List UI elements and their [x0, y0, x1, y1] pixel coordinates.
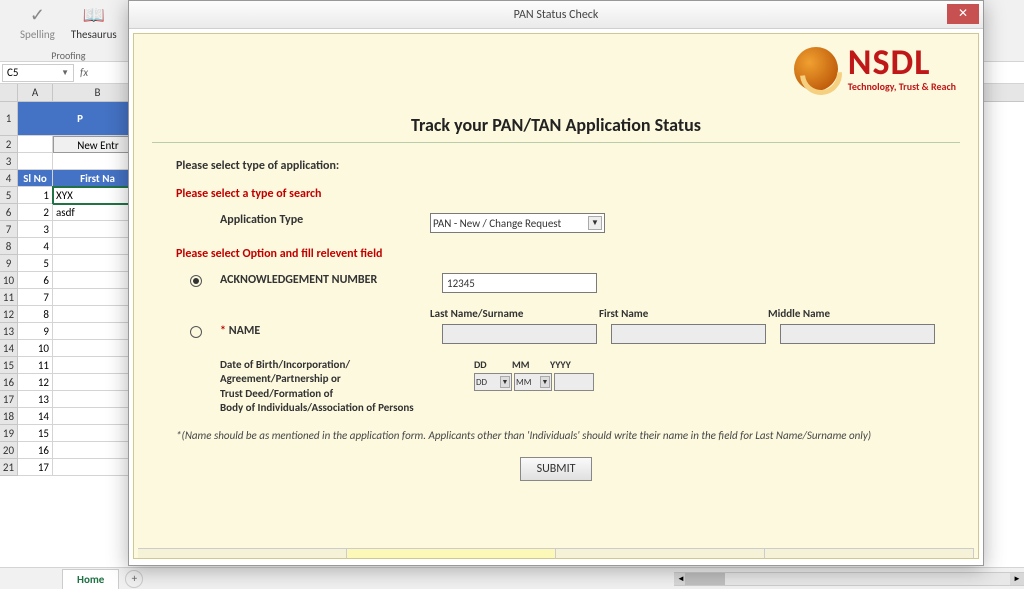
page-title: Track your PAN/TAN Application Status: [152, 114, 960, 136]
logo-text: NSDL: [848, 44, 956, 80]
pan-status-dialog: PAN Status Check ✕ NSDL Technology, Trus…: [128, 0, 984, 566]
browser-tabs: [138, 548, 974, 558]
first-name-input[interactable]: [611, 324, 766, 344]
label-last-name: Last Name/Surname: [430, 307, 585, 320]
dialog-title: PAN Status Check: [514, 8, 599, 22]
label-name: * NAME: [220, 324, 442, 338]
chevron-down-icon: ▼: [500, 376, 510, 388]
label-dob: Date of Birth/Incorporation/ Agreement/P…: [220, 358, 460, 415]
scroll-right-icon[interactable]: ►: [1010, 573, 1024, 585]
nsdl-logo: NSDL Technology, Trust & Reach: [794, 44, 956, 93]
spelling-label: Spelling: [20, 28, 55, 41]
spelling-button[interactable]: ✓ Spelling: [14, 2, 61, 43]
logo-tagline: Technology, Trust & Reach: [848, 80, 956, 93]
chevron-down-icon: ▼: [540, 376, 550, 388]
logo-swirl-icon: [794, 47, 838, 91]
chevron-down-icon: ▼: [61, 68, 69, 78]
dob-dd-value: DD: [476, 377, 487, 388]
horizontal-scrollbar[interactable]: ◄ ►: [674, 572, 1024, 586]
tab-3[interactable]: [556, 549, 765, 558]
dob-mm-value: MM: [516, 377, 531, 388]
sheet-tabs: Home + ◄ ►: [0, 567, 1024, 589]
radio-name[interactable]: [190, 326, 202, 338]
label-dd: DD: [474, 358, 506, 371]
name-box[interactable]: C5 ▼: [2, 64, 74, 82]
submit-button[interactable]: SUBMIT: [520, 457, 593, 481]
label-select-option: Please select Option and fill relevent f…: [176, 247, 936, 261]
thesaurus-icon: 📖: [83, 4, 105, 26]
label-acknowledgement: ACKNOWLEDGEMENT NUMBER: [220, 273, 442, 287]
spelling-icon: ✓: [26, 4, 48, 26]
thesaurus-label: Thesaurus: [71, 28, 117, 41]
middle-name-input[interactable]: [780, 324, 935, 344]
radio-acknowledgement[interactable]: [190, 275, 202, 287]
sheet-tab-home[interactable]: Home: [62, 569, 119, 589]
acknowledgement-input[interactable]: 12345: [442, 273, 597, 293]
last-name-input[interactable]: [442, 324, 597, 344]
tab-4[interactable]: [765, 549, 974, 558]
new-sheet-button[interactable]: +: [125, 570, 143, 588]
note-text: *(Name should be as mentioned in the app…: [176, 429, 936, 443]
label-application-type: Application Type: [220, 213, 430, 227]
label-yyyy: YYYY: [550, 358, 594, 371]
dob-year-input[interactable]: [554, 373, 594, 391]
name-box-value: C5: [7, 66, 18, 79]
dialog-titlebar[interactable]: PAN Status Check ✕: [129, 1, 983, 29]
label-name-text: NAME: [229, 324, 261, 338]
tab-2[interactable]: [347, 549, 556, 558]
label-mm: MM: [512, 358, 544, 371]
application-type-value: PAN - New / Change Request: [433, 217, 561, 230]
application-type-select[interactable]: PAN - New / Change Request ▼: [430, 213, 605, 233]
select-all-corner[interactable]: [0, 84, 18, 101]
label-middle-name: Middle Name: [768, 307, 923, 320]
fx-icon[interactable]: fx: [74, 66, 94, 79]
col-header-a[interactable]: A: [18, 84, 53, 101]
dob-day-select[interactable]: DD ▼: [474, 373, 512, 391]
close-button[interactable]: ✕: [947, 4, 979, 24]
thesaurus-button[interactable]: 📖 Thesaurus: [65, 2, 123, 43]
tab-1[interactable]: [138, 549, 347, 558]
label-first-name: First Name: [599, 307, 754, 320]
scroll-thumb[interactable]: [685, 573, 725, 585]
label-select-application: Please select type of application:: [176, 159, 936, 173]
dob-month-select[interactable]: MM ▼: [514, 373, 552, 391]
chevron-down-icon: ▼: [588, 216, 602, 230]
ribbon-group-proofing: Proofing: [51, 49, 85, 62]
label-select-search: Please select a type of search: [176, 187, 936, 201]
